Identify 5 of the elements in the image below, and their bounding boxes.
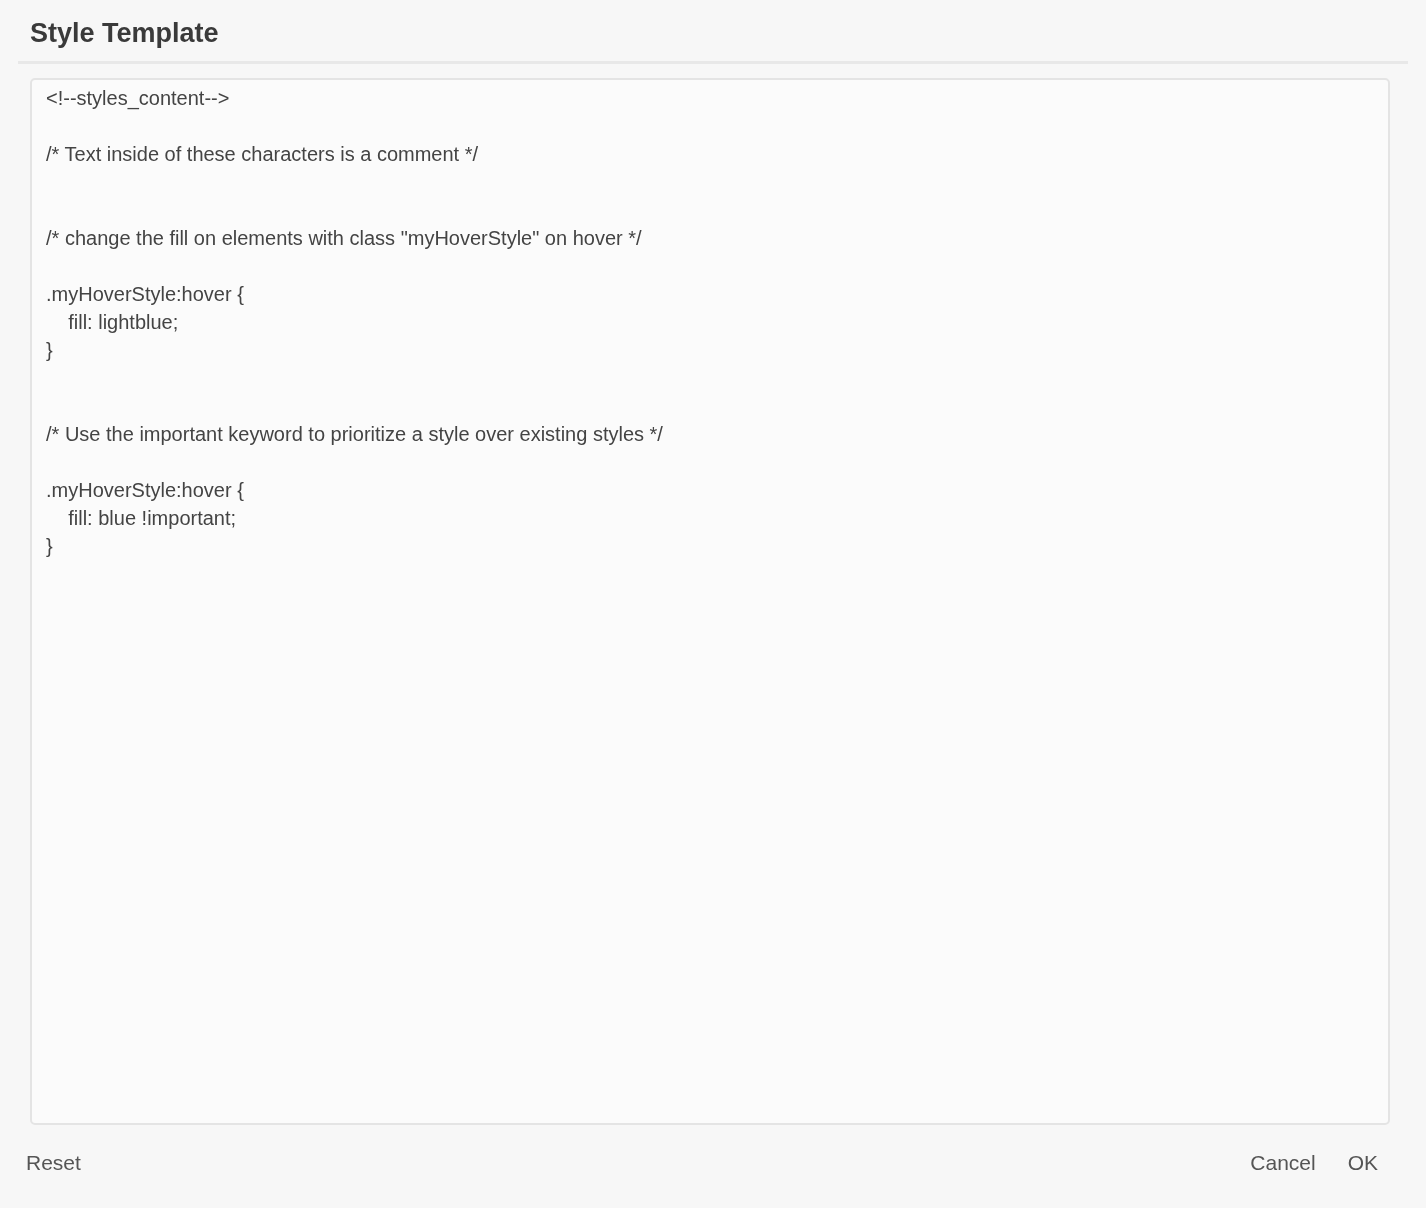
text-button[interactable]: Cancel: [1238, 1149, 1328, 1177]
dialog-title: Style Template: [30, 17, 220, 49]
text-button[interactable]: OK: [1335, 1149, 1390, 1177]
text-button[interactable]: Reset: [14, 1149, 93, 1177]
style-code-field[interactable]: <!--styles_content--> /* Text inside of these characters is a comment */ /* change the fill on elements with class "myHoverStyle" on hover */ .myHoverStyle:hover { fill: lightblue; } /* Use the important keyword to prioritize a style over existing styles */ .myHoverStyle:hover { fill: blue !important; }: [30, 78, 1390, 1125]
